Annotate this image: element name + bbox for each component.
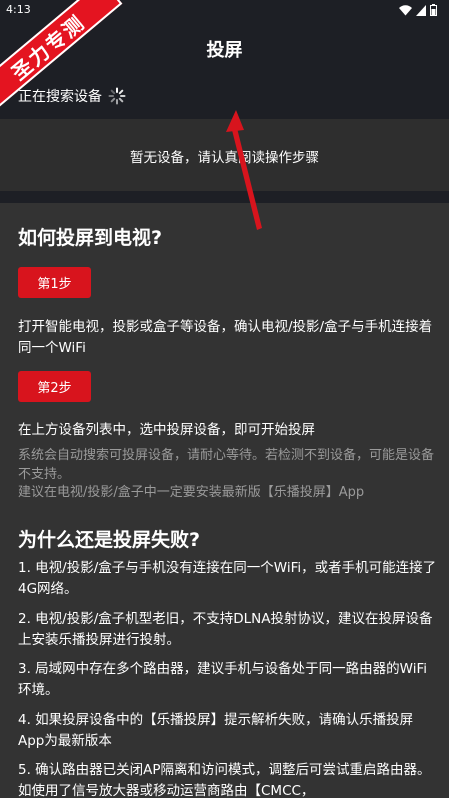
guide-title: 如何投屏到电视?	[18, 227, 163, 249]
step2-text: 在上方设备列表中，选中投屏设备，即可开始投屏	[18, 422, 315, 438]
status-time: 4:13	[6, 3, 31, 16]
divider	[0, 191, 449, 203]
faq-item: 2. 电视/投影/盒子机型老旧，不支持DLNA投射协议，建议在投屏设备上安装乐播…	[18, 611, 433, 648]
loading-spinner-icon	[108, 87, 126, 105]
step2-badge: 第2步	[18, 371, 91, 402]
searching-status: 正在搜索设备	[18, 86, 126, 106]
wifi-icon	[399, 4, 412, 15]
step1-text: 打开智能电视，投影或盒子等设备，确认电视/投影/盒子与手机连接着同一个WiFi	[18, 319, 433, 356]
empty-device-message: 暂无设备，请认真阅读操作步骤	[130, 150, 319, 166]
searching-label: 正在搜索设备	[18, 89, 102, 105]
faq-item: 5. 确认路由器已关闭AP隔离和访问模式，调整后可尝试重启路由器。如使用了信号放…	[18, 762, 431, 798]
step1-badge: 第1步	[18, 267, 91, 298]
step2-note-app: 建议在电视/投影/盒子中一定要安装最新版【乐播投屏】App	[18, 485, 365, 500]
step2-note: 系统会自动搜索可投屏设备，请耐心等待。若检测不到设备，可能是设备不支持。	[18, 448, 435, 482]
guide-panel: 如何投屏到电视? 第1步 打开智能电视，投影或盒子等设备，确认电视/投影/盒子与…	[0, 203, 449, 798]
device-list: 暂无设备，请认真阅读操作步骤	[0, 119, 449, 191]
faq-item: 1. 电视/投影/盒子与手机没有连接在同一个WiFi，或者手机可能连接了4G网络…	[18, 560, 437, 597]
battery-icon	[430, 4, 437, 16]
faq-title: 为什么还是投屏失败?	[18, 529, 201, 551]
signal-icon	[416, 4, 426, 16]
faq-item: 4. 如果投屏设备中的【乐播投屏】提示解析失败，请确认乐播投屏App为最新版本	[18, 712, 414, 749]
faq-item: 3. 局域网中存在多个路由器，建议手机与设备处于同一路由器的WiFi环境。	[18, 661, 428, 698]
status-icons	[399, 4, 437, 16]
